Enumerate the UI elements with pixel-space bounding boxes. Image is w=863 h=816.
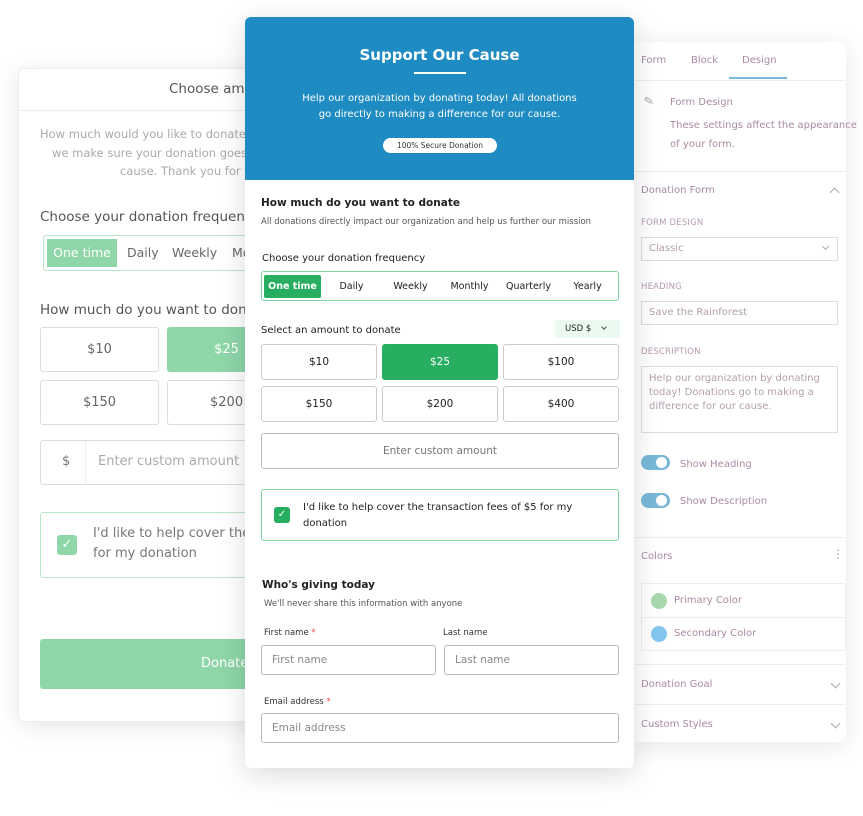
last-name-input[interactable]: Last name	[444, 645, 619, 675]
cover-fees-text: I'd like to help cover the transaction f…	[303, 502, 573, 529]
form-design-label: FORM DESIGN	[641, 218, 704, 228]
show-heading-toggle[interactable]	[641, 455, 670, 470]
custom-amount-input[interactable]: Enter custom amount	[261, 433, 619, 469]
chevron-down-icon[interactable]	[830, 718, 841, 729]
giver-subtitle: We'll never share this information with …	[264, 599, 463, 609]
checkbox-checked-icon[interactable]: ✓	[274, 507, 290, 523]
tab-form[interactable]: Form	[641, 55, 666, 66]
brush-icon: ✎	[642, 93, 656, 109]
title-underline	[414, 72, 466, 74]
amount-button-selected[interactable]: $25	[382, 344, 498, 380]
currency-value: USD $	[565, 324, 592, 334]
chevron-down-icon	[821, 242, 830, 251]
donation-form: Support Our Cause Help our organization …	[245, 17, 634, 768]
email-input[interactable]: Email address	[261, 713, 619, 743]
background-desc-line: we make sure your donation goes	[52, 146, 248, 160]
background-desc-line: cause. Thank you for y	[120, 164, 252, 178]
secondary-color-swatch[interactable]	[651, 626, 667, 642]
background-amount-label: How much do you want to don	[40, 302, 247, 318]
chevron-down-icon	[601, 324, 607, 330]
primary-color-swatch[interactable]	[651, 593, 667, 609]
primary-color-label[interactable]: Primary Color	[674, 595, 742, 606]
giver-heading: Who's giving today	[262, 579, 375, 591]
last-name-label: Last name	[443, 628, 488, 638]
amount-subtitle: All donations directly impact our organi…	[261, 217, 592, 227]
frequency-option-one-time[interactable]: One time	[264, 275, 321, 298]
first-name-label: First name	[264, 628, 309, 638]
donation-form-section[interactable]: Donation Form	[641, 185, 715, 196]
amount-button[interactable]: $10	[40, 327, 159, 372]
cover-fees-option[interactable]: ✓ I'd like to help cover the transaction…	[261, 489, 619, 541]
secondary-color-label[interactable]: Secondary Color	[674, 628, 756, 639]
frequency-option-yearly[interactable]: Yearly	[559, 275, 616, 298]
required-mark: *	[326, 697, 331, 707]
background-form-title: Choose amo	[169, 81, 253, 97]
frequency-selector[interactable]: One time Daily Weekly Monthly Quarterly …	[261, 271, 619, 301]
frequency-option-monthly[interactable]: Monthly	[441, 275, 498, 298]
tab-block[interactable]: Block	[691, 55, 718, 66]
description-textarea[interactable]: Help our organization by donating today!…	[641, 366, 838, 433]
form-description: go directly to making a difference for o…	[318, 109, 561, 120]
background-desc-line: How much would you like to donate	[40, 127, 246, 141]
fee-text: I'd like to help cover the	[93, 526, 251, 541]
tab-design[interactable]: Design	[742, 55, 777, 66]
donation-goal-section[interactable]: Donation Goal	[641, 679, 712, 690]
heading-label: HEADING	[641, 282, 682, 292]
amount-heading: How much do you want to donate	[261, 197, 460, 209]
show-description-toggle[interactable]	[641, 493, 670, 508]
show-heading-label: Show Heading	[680, 459, 752, 470]
checkbox-checked-icon[interactable]: ✓	[57, 535, 77, 555]
required-mark: *	[311, 628, 316, 638]
more-options-icon[interactable]: ⋮	[832, 547, 844, 561]
settings-panel: Form Block Design ✎ Form Design These se…	[634, 42, 857, 742]
frequency-label: Choose your donation frequency	[262, 253, 426, 264]
form-design-select[interactable]: Classic	[641, 237, 838, 261]
active-tab-indicator	[729, 77, 787, 79]
amount-button[interactable]: $200	[382, 386, 498, 422]
background-frequency-label: Choose your donation frequen	[40, 209, 245, 225]
fee-text: for my donation	[93, 546, 197, 561]
section-title: Form Design	[670, 97, 733, 108]
heading-input[interactable]: Save the Rainforest	[641, 301, 838, 325]
frequency-option[interactable]: Weekly	[164, 239, 225, 267]
amount-button[interactable]: $150	[261, 386, 377, 422]
email-label: Email address	[264, 697, 324, 707]
frequency-option[interactable]: Daily	[119, 239, 167, 267]
chevron-down-icon[interactable]	[830, 678, 841, 689]
amount-button[interactable]: $100	[503, 344, 619, 380]
color-list	[641, 583, 847, 651]
frequency-option-quarterly[interactable]: Quarterly	[500, 275, 557, 298]
frequency-option[interactable]: One time	[47, 239, 117, 267]
first-name-input[interactable]: First name	[261, 645, 436, 675]
frequency-option-weekly[interactable]: Weekly	[382, 275, 439, 298]
form-design-value: Classic	[649, 243, 684, 254]
chevron-up-icon[interactable]	[829, 187, 840, 198]
custom-amount-placeholder: Enter custom amount	[98, 454, 240, 469]
amount-button[interactable]: $10	[261, 344, 377, 380]
secure-donation-badge: 100% Secure Donation	[383, 138, 497, 153]
custom-styles-section[interactable]: Custom Styles	[641, 719, 713, 730]
section-desc: of your form.	[670, 139, 735, 150]
amount-button[interactable]: $150	[40, 380, 159, 425]
form-description: Help our organization by donating today!…	[302, 93, 577, 104]
form-title: Support Our Cause	[359, 46, 520, 64]
description-label: DESCRIPTION	[641, 347, 701, 357]
divider	[85, 441, 86, 484]
frequency-option-daily[interactable]: Daily	[323, 275, 380, 298]
form-header: Support Our Cause Help our organization …	[245, 17, 634, 180]
amount-button[interactable]: $400	[503, 386, 619, 422]
colors-section: Colors	[641, 551, 673, 562]
select-amount-label: Select an amount to donate	[261, 325, 401, 336]
currency-symbol: $	[62, 454, 71, 469]
show-description-label: Show Description	[680, 496, 768, 507]
currency-select[interactable]: USD $	[555, 320, 620, 338]
section-desc: These settings affect the appearance	[670, 120, 857, 131]
